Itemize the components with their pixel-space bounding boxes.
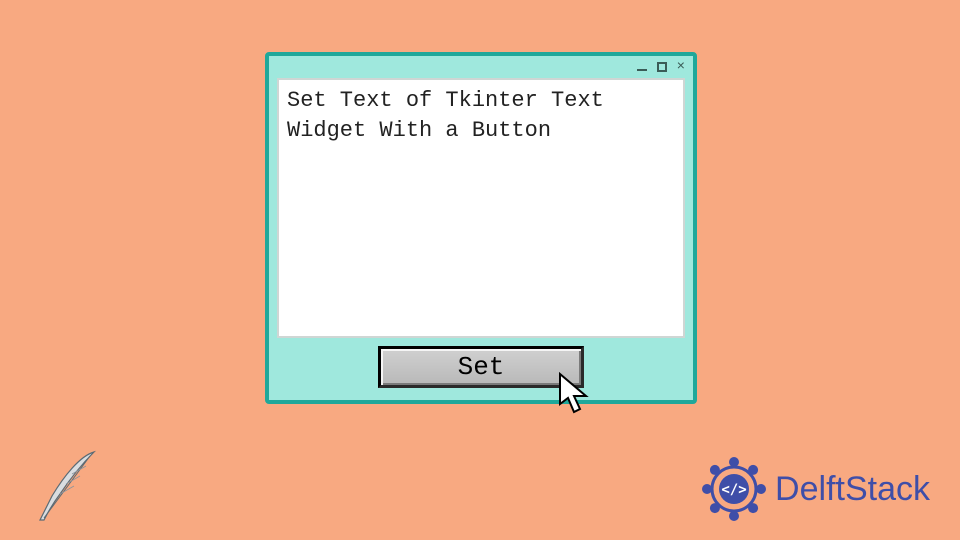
text-widget[interactable]: Set Text of Tkinter Text Widget With a B… [277,78,685,338]
minimize-button[interactable] [637,63,647,71]
titlebar: × [269,56,693,78]
maximize-button[interactable] [657,62,667,72]
set-button[interactable]: Set [378,346,584,388]
brand: </> DelftStack [701,456,930,522]
brand-logo-icon: </> [701,456,767,522]
feather-icon [30,446,110,526]
svg-text:</>: </> [721,482,746,498]
brand-name: DelftStack [775,470,930,509]
app-window: × Set Text of Tkinter Text Widget With a… [265,52,697,404]
close-button[interactable]: × [677,62,685,72]
button-row: Set [269,338,693,388]
